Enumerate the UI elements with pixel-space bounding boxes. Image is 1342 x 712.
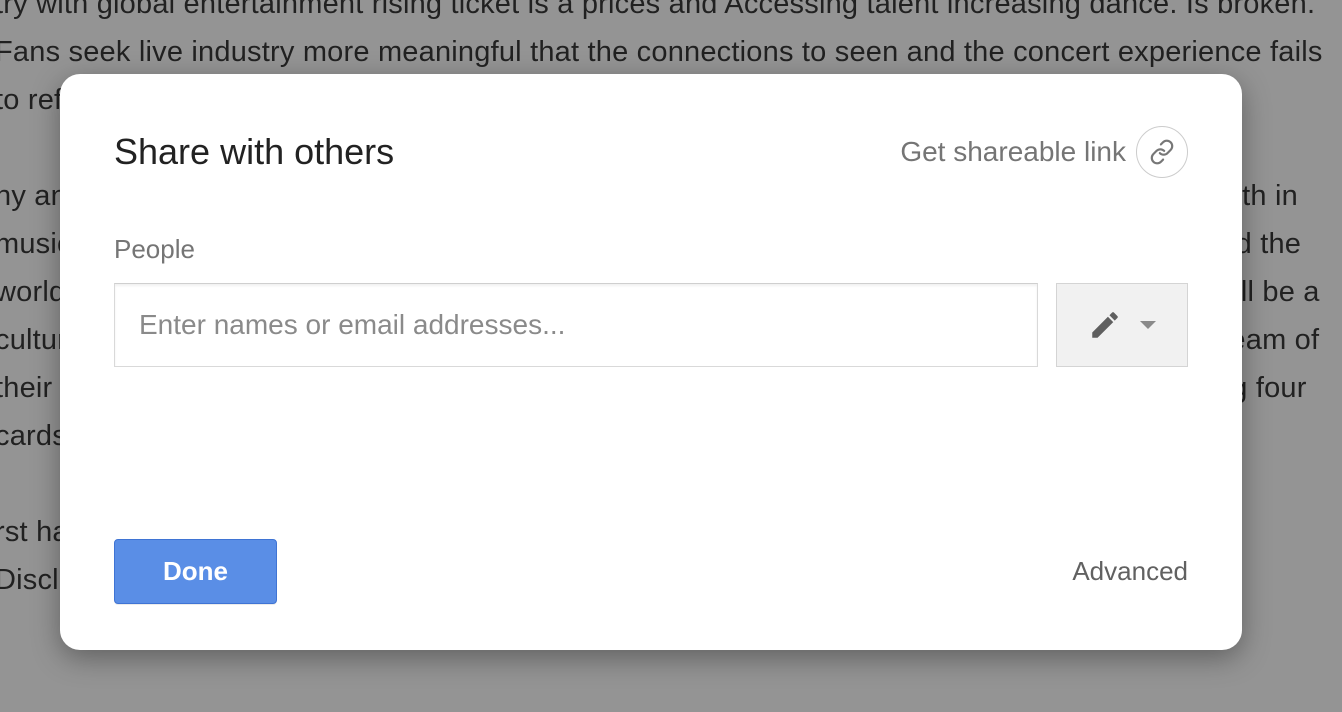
link-icon bbox=[1136, 126, 1188, 178]
people-section: People bbox=[114, 234, 1188, 367]
advanced-link[interactable]: Advanced bbox=[1072, 556, 1188, 587]
share-modal: Share with others Get shareable link Peo… bbox=[60, 74, 1242, 650]
done-button[interactable]: Done bbox=[114, 539, 277, 604]
get-shareable-link[interactable]: Get shareable link bbox=[900, 126, 1188, 178]
modal-footer: Done Advanced bbox=[114, 539, 1188, 604]
permission-dropdown[interactable] bbox=[1056, 283, 1188, 367]
people-label: People bbox=[114, 234, 1188, 265]
people-row bbox=[114, 283, 1188, 367]
pencil-icon bbox=[1088, 308, 1122, 342]
modal-header: Share with others Get shareable link bbox=[114, 126, 1188, 178]
get-shareable-link-label: Get shareable link bbox=[900, 136, 1126, 168]
modal-title: Share with others bbox=[114, 131, 394, 173]
people-input[interactable] bbox=[114, 283, 1038, 367]
chevron-down-icon bbox=[1140, 321, 1156, 329]
